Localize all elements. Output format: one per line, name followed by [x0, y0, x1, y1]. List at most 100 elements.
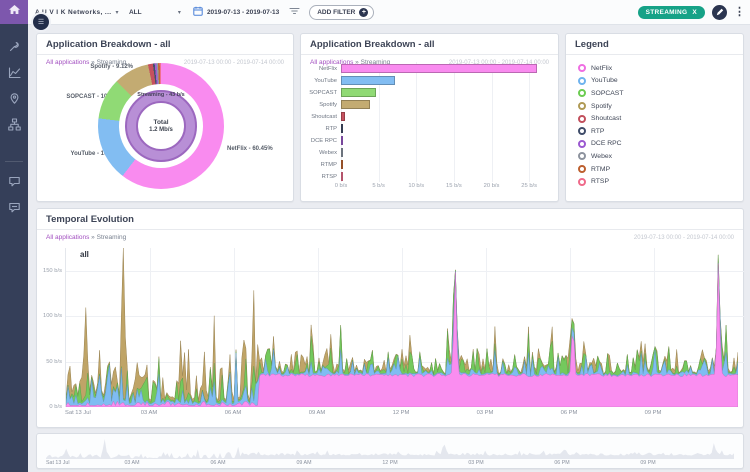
temporal-x-tick: 09 AM: [309, 410, 325, 416]
bar-x-tick: 15 b/s: [446, 183, 462, 189]
legend-label: RTSP: [591, 178, 609, 185]
wrench-icon: [8, 40, 21, 53]
legend-label: Webex: [591, 153, 612, 160]
donut-total-label: Total: [153, 119, 168, 126]
bar-sopcast[interactable]: [341, 88, 376, 97]
temporal-x-tick: 03 AM: [141, 410, 157, 416]
legend-item-dce-rpc[interactable]: DCE RPC: [578, 138, 737, 151]
sidebar-item-home[interactable]: [0, 0, 28, 24]
legend-item-shoutcast[interactable]: Shoutcast: [578, 112, 737, 125]
legend-dot: [578, 64, 586, 72]
bar-netflix[interactable]: [341, 64, 537, 73]
traffic-dashboard: ☰ A U V I K Networks, ... ▾ ALL ▾ 2019-0…: [0, 0, 750, 472]
legend-item-sopcast[interactable]: SOPCAST: [578, 87, 737, 100]
bar-chart: 0 b/s5 b/s10 b/s15 b/s20 b/s25 b/sNetFli…: [301, 62, 558, 188]
overview-x-tick: 03 AM: [124, 460, 139, 466]
panel-title: Application Breakdown - all: [301, 34, 558, 55]
sidebar-collapse-toggle[interactable]: ☰: [31, 12, 51, 32]
legend-item-webex[interactable]: Webex: [578, 150, 737, 163]
edit-button[interactable]: [712, 5, 727, 20]
bar-label-youtube: YouTube: [301, 78, 337, 84]
bar-x-tick: 10 b/s: [408, 183, 424, 189]
legend-label: RTMP: [591, 166, 610, 173]
legend-label: SOPCAST: [591, 90, 623, 97]
bar-gridline: [454, 62, 455, 182]
legend-dot: [578, 102, 586, 110]
plus-icon: +: [359, 8, 368, 17]
sidebar-item-map[interactable]: [0, 85, 28, 111]
sidebar-item-feedback[interactable]: [0, 194, 28, 220]
bar-label-rtmp: RTMP: [301, 162, 337, 168]
bar-label-shoutcast: Shoutcast: [301, 114, 337, 120]
panel-overview-brush: Sat 13 Jul03 AM06 AM09 AM12 PM03 PM06 PM…: [36, 433, 744, 469]
temporal-y-tick: 50 b/s: [38, 359, 62, 365]
area-chart-icon: [8, 66, 21, 79]
bar-label-sopcast: SOPCAST: [301, 90, 337, 96]
legend-item-rtsp[interactable]: RTSP: [578, 175, 737, 188]
legend-label: RTP: [591, 128, 604, 135]
map-pin-icon: [8, 92, 21, 105]
remove-tag-icon[interactable]: X: [692, 9, 697, 16]
sidebar-item-chat[interactable]: [0, 168, 28, 194]
legend-label: NetFlix: [591, 65, 612, 72]
legend-dot: [578, 140, 586, 148]
temporal-x-tick: 03 PM: [477, 410, 494, 416]
donut-total-value: 1.2 Mb/s: [149, 127, 173, 133]
bar-dce-rpc[interactable]: [341, 136, 343, 145]
legend-item-spotify[interactable]: Spotify: [578, 100, 737, 113]
bar-label-rtsp: RTSP: [301, 174, 337, 180]
more-options-menu[interactable]: ⋮: [734, 7, 745, 18]
bar-youtube[interactable]: [341, 76, 395, 85]
bar-spotify[interactable]: [341, 100, 370, 109]
bar-shoutcast[interactable]: [341, 112, 345, 121]
donut-callout-netflix: NetFlix - 60.45%: [227, 146, 291, 152]
sidebar-item-tools[interactable]: [0, 33, 28, 59]
filter-tag-streaming[interactable]: STREAMING X: [638, 6, 705, 19]
legend-dot: [578, 77, 586, 85]
filter-lines-icon[interactable]: [289, 3, 300, 21]
temporal-area-netflix: [66, 264, 738, 407]
donut-center: Total 1.2 Mb/s: [136, 101, 186, 151]
overview-x-tick: Sat 13 Jul: [46, 460, 70, 466]
overview-x-tick: 03 PM: [468, 460, 483, 466]
donut-inner-ring-label: Streaming - 43 b/s: [98, 92, 224, 98]
chat-bubble-icon: [8, 175, 21, 188]
bar-x-tick: 5 b/s: [372, 183, 385, 189]
legend-item-netflix[interactable]: NetFlix: [578, 62, 737, 75]
bar-label-webex: Webex: [301, 150, 337, 156]
bar-x-tick: 0 b/s: [335, 183, 348, 189]
donut-chart[interactable]: Total 1.2 Mb/s Streaming - 43 b/s: [98, 63, 224, 189]
sidebar-item-topology[interactable]: [0, 111, 28, 137]
breadcrumb-link[interactable]: All applications: [46, 234, 89, 241]
sidebar-divider: [5, 161, 23, 162]
panel-temporal-evolution: Temporal Evolution All applications » St…: [36, 208, 744, 428]
temporal-y-tick: 100 b/s: [38, 313, 62, 319]
sidebar-item-traffic[interactable]: [0, 59, 28, 85]
chevron-down-icon: ▾: [116, 9, 119, 16]
temporal-chart[interactable]: all: [65, 248, 738, 407]
date-range-value: 2019-07-13 - 2019-07-13: [207, 9, 279, 16]
legend-label: Shoutcast: [591, 115, 621, 122]
pencil-icon: [716, 3, 724, 21]
sidebar: [0, 0, 28, 472]
legend-dot: [578, 165, 586, 173]
topbar-actions: STREAMING X ⋮: [638, 5, 745, 20]
bar-rtp[interactable]: [341, 124, 343, 133]
bar-webex[interactable]: [341, 148, 343, 157]
temporal-x-tick: 12 PM: [393, 410, 410, 416]
add-filter-button[interactable]: ADD FILTER +: [309, 5, 374, 20]
overview-x-tick: 12 PM: [382, 460, 397, 466]
temporal-x-tick: 06 AM: [225, 410, 241, 416]
legend-item-rtp[interactable]: RTP: [578, 125, 737, 138]
bar-label-netflix: NetFlix: [301, 66, 337, 72]
scope-dropdown[interactable]: ALL ▾: [129, 9, 181, 16]
date-range-picker[interactable]: 2019-07-13 - 2019-07-13: [193, 3, 279, 21]
bar-rtmp[interactable]: [341, 160, 343, 169]
topology-icon: [8, 118, 21, 131]
overview-chart[interactable]: [46, 437, 734, 459]
legend-dot: [578, 178, 586, 186]
legend-item-youtube[interactable]: YouTube: [578, 75, 737, 88]
legend-item-rtmp[interactable]: RTMP: [578, 163, 737, 176]
bar-rtsp[interactable]: [341, 172, 343, 181]
topbar: A U V I K Networks, ... ▾ ALL ▾ 2019-07-…: [28, 0, 750, 25]
